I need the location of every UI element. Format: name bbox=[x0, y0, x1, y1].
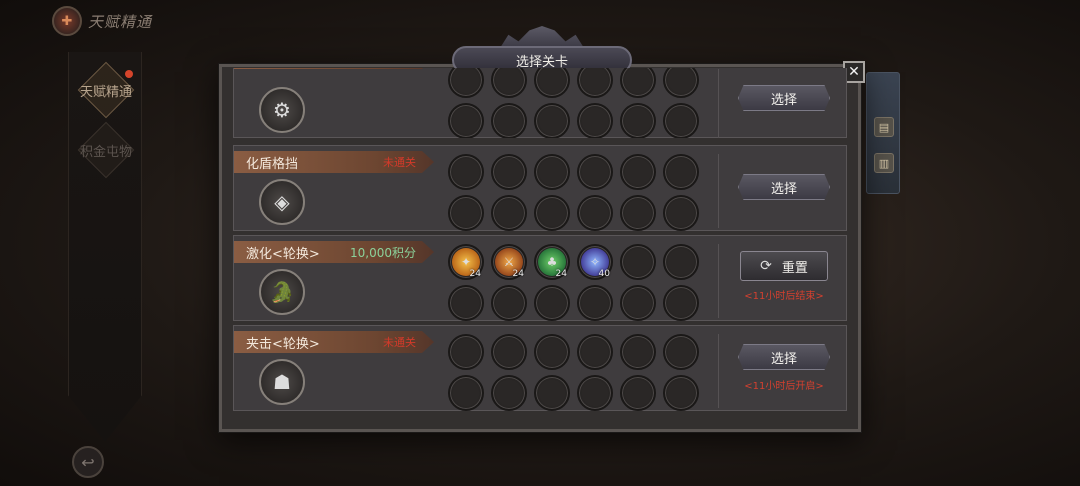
top-title-bar: ✚ 天赋精通 bbox=[52, 4, 192, 38]
hero-slot-grid bbox=[448, 334, 706, 414]
stage-name: 夹击<轮换> bbox=[246, 336, 320, 352]
hero-slot[interactable] bbox=[663, 375, 699, 411]
hero-slot[interactable] bbox=[663, 154, 699, 190]
stage-timer-note: <11小时后开启> bbox=[744, 381, 824, 392]
hero-slot[interactable] bbox=[620, 375, 656, 411]
hero-level: 24 bbox=[512, 269, 524, 279]
hero-slot[interactable] bbox=[620, 334, 656, 370]
sidebar-item-talent-mastery[interactable]: 天赋精通 bbox=[75, 61, 137, 119]
goblin-hero-icon: ☗ bbox=[259, 359, 305, 405]
back-arrow-button[interactable]: ↩ bbox=[72, 446, 104, 478]
hero-slot[interactable] bbox=[491, 103, 527, 138]
left-sidebar: 天赋精通 积金屯物 bbox=[68, 52, 142, 442]
stage-name: 化盾格挡 bbox=[246, 156, 299, 172]
hero-slot[interactable] bbox=[448, 103, 484, 138]
hero-slot[interactable] bbox=[491, 154, 527, 190]
stage-title-bar: 激化<轮换> 10,000积分 bbox=[234, 241, 434, 263]
sidebar-item-label: 天赋精通 bbox=[79, 84, 132, 100]
hero-slot[interactable] bbox=[491, 195, 527, 231]
row-divider bbox=[718, 154, 719, 228]
hero-slot[interactable] bbox=[577, 195, 613, 231]
hero-slot[interactable]: ✦ 24 bbox=[448, 244, 484, 280]
hero-slot[interactable] bbox=[663, 195, 699, 231]
notification-dot-icon bbox=[125, 70, 133, 78]
hero-level: 24 bbox=[555, 269, 567, 279]
stage-timer-note: <11小时后结束> bbox=[744, 291, 824, 302]
row-divider bbox=[718, 334, 719, 408]
hero-slot[interactable] bbox=[491, 285, 527, 321]
hero-slot[interactable] bbox=[448, 154, 484, 190]
stage-title-bar: 化盾格挡 未通关 bbox=[234, 151, 434, 173]
hero-slot[interactable] bbox=[620, 195, 656, 231]
select-button[interactable]: 选择 bbox=[738, 174, 830, 200]
row-divider bbox=[718, 69, 719, 138]
stage-row: 化盾格挡 未通关 ◈ 选择 bbox=[233, 145, 847, 231]
stage-row: 夹击<轮换> 未通关 ☗ 选择 <11小时后开启> bbox=[233, 325, 847, 411]
talent-emblem-icon: ✚ bbox=[52, 6, 82, 36]
hero-slot[interactable] bbox=[663, 244, 699, 280]
sidebar-item-hoard[interactable]: 积金屯物 bbox=[75, 121, 137, 179]
hero-slot-grid: ✦ 24 ⚔ 24 ♣ 24 ✧ 40 bbox=[448, 244, 706, 324]
hero-slot[interactable]: ⚔ 24 bbox=[491, 244, 527, 280]
stage-title-bar: 夹击<轮换> 未通关 bbox=[234, 331, 434, 353]
right-side-panel: ▤ ▥ bbox=[866, 72, 900, 194]
hero-slot[interactable] bbox=[577, 103, 613, 138]
hero-slot[interactable] bbox=[663, 334, 699, 370]
hero-slot[interactable] bbox=[577, 154, 613, 190]
hero-slot[interactable] bbox=[534, 334, 570, 370]
stage-status: 未通关 bbox=[383, 336, 416, 349]
reset-button-label: 重置 bbox=[781, 260, 808, 276]
hero-slot[interactable] bbox=[491, 334, 527, 370]
hero-slot[interactable]: ✧ 40 bbox=[577, 244, 613, 280]
hero-slot-grid bbox=[448, 68, 706, 138]
hero-slot[interactable] bbox=[620, 285, 656, 321]
hero-slot[interactable] bbox=[448, 334, 484, 370]
hero-slot[interactable]: ♣ 24 bbox=[534, 244, 570, 280]
top-title-text: 天赋精通 bbox=[88, 12, 153, 31]
reset-button[interactable]: ⟳ 重置 bbox=[740, 251, 828, 281]
hero-level: 40 bbox=[598, 269, 610, 279]
hero-slot-grid bbox=[448, 154, 706, 234]
hero-slot[interactable] bbox=[534, 103, 570, 138]
stage-name: 激化<轮换> bbox=[246, 246, 320, 262]
bar-chart-icon[interactable]: ▥ bbox=[874, 153, 894, 173]
scroll-icon[interactable]: ▤ bbox=[874, 117, 894, 137]
hero-slot[interactable] bbox=[534, 285, 570, 321]
clockwork-orb-icon: ⚙ bbox=[259, 87, 305, 133]
hero-slot[interactable] bbox=[620, 103, 656, 138]
hero-slot[interactable] bbox=[663, 103, 699, 138]
hero-slot[interactable] bbox=[534, 154, 570, 190]
select-button[interactable]: 选择 bbox=[738, 344, 830, 370]
hero-slot[interactable] bbox=[577, 375, 613, 411]
hero-slot[interactable] bbox=[534, 195, 570, 231]
hero-slot[interactable] bbox=[491, 375, 527, 411]
hero-slot[interactable] bbox=[577, 334, 613, 370]
stage-status: 未通关 bbox=[383, 156, 416, 169]
row-divider bbox=[718, 244, 719, 318]
hero-slot[interactable] bbox=[448, 375, 484, 411]
crocodile-warrior-icon: 🐊 bbox=[259, 269, 305, 315]
hero-slot[interactable] bbox=[620, 244, 656, 280]
hero-slot[interactable] bbox=[534, 375, 570, 411]
hero-slot[interactable] bbox=[663, 285, 699, 321]
refresh-icon: ⟳ bbox=[760, 258, 772, 274]
crown-ornament-icon bbox=[500, 26, 584, 48]
hero-slot[interactable] bbox=[448, 195, 484, 231]
hero-slot[interactable] bbox=[448, 285, 484, 321]
hero-slot[interactable] bbox=[620, 154, 656, 190]
hero-slot[interactable] bbox=[577, 285, 613, 321]
hero-level: 24 bbox=[469, 269, 481, 279]
shield-golem-icon: ◈ bbox=[259, 179, 305, 225]
sidebar-item-label: 积金屯物 bbox=[79, 144, 132, 160]
stage-points: 10,000积分 bbox=[350, 245, 416, 260]
select-button[interactable]: 选择 bbox=[738, 85, 830, 111]
stage-row: 激化<轮换> 10,000积分 🐊 ✦ 24 ⚔ 24 ♣ 24 ✧ 40 ⟳ … bbox=[233, 235, 847, 321]
